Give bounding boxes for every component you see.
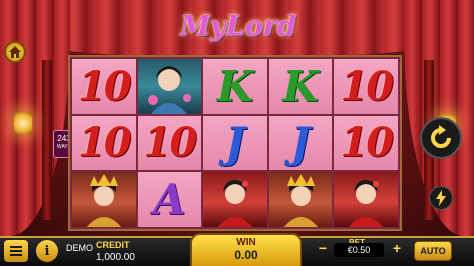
win-label: WIN <box>236 237 256 248</box>
reel-cell: 10 <box>137 115 202 171</box>
auto-button[interactable]: AUTO <box>414 241 452 261</box>
reel-cell: 10 <box>334 59 398 114</box>
hamburger-menu-icon <box>10 246 22 256</box>
left-curtain <box>0 0 70 236</box>
symbol-empress-portrait <box>268 172 333 227</box>
bet-value-box: €0.50 <box>334 243 384 257</box>
lantern-left <box>14 112 32 134</box>
demo-label: DEMO <box>66 243 93 253</box>
info-button[interactable]: i <box>36 240 58 262</box>
bet-value: €0.50 <box>347 245 371 255</box>
info-icon: i <box>44 243 50 259</box>
home-button[interactable] <box>4 41 26 63</box>
reel-cell: 10 <box>72 115 136 171</box>
symbol-10: 10 <box>77 119 132 167</box>
win-value: 0.00 <box>234 248 258 262</box>
reel-cell: A <box>137 172 202 227</box>
symbol-10: 10 <box>340 62 394 110</box>
home-icon <box>9 46 21 58</box>
refresh-spin-icon <box>431 125 451 148</box>
reel-cell: 10 <box>334 115 398 171</box>
symbol-10: 10 <box>143 119 198 167</box>
symbol-lady-red-portrait <box>203 172 267 227</box>
symbol-a: A <box>153 175 186 225</box>
symbol-10: 10 <box>340 119 394 167</box>
credit-value: 1,000.00 <box>96 252 135 263</box>
reel-cell <box>137 59 202 114</box>
symbol-lady-lotus-portrait <box>137 59 202 114</box>
left-pillar <box>42 60 52 220</box>
spin-button[interactable] <box>420 117 462 159</box>
reel-cell: J <box>268 115 333 171</box>
symbol-lady-red-portrait <box>334 172 398 227</box>
reel-cell: J <box>203 115 267 171</box>
symbol-j: J <box>225 118 245 168</box>
credit-label: CREDIT <box>96 240 130 250</box>
menu-button[interactable] <box>4 240 28 262</box>
symbol-k: K <box>216 61 254 111</box>
reel-cell: 10 <box>72 59 136 114</box>
reel-cell <box>203 172 267 227</box>
symbol-empress-portrait <box>72 172 136 227</box>
bet-decrease-button[interactable]: − <box>316 240 330 256</box>
win-panel: WIN 0.00 <box>190 233 302 266</box>
bet-increase-button[interactable]: + <box>390 240 404 256</box>
symbol-10: 10 <box>77 62 132 110</box>
reel-cell <box>334 172 398 227</box>
reel-cell: K <box>268 59 333 114</box>
game-logo: MyLord <box>178 6 298 46</box>
turbo-button[interactable] <box>429 186 453 210</box>
reel-cell <box>268 172 333 227</box>
game-logo-text: MyLord <box>180 10 296 42</box>
lightning-icon <box>436 190 446 206</box>
reel-cell: K <box>203 59 267 114</box>
reel-cell <box>72 172 136 227</box>
symbol-k: K <box>282 61 319 111</box>
reel-grid: 10 K K 10 10 10 J J 10 A <box>68 55 402 231</box>
symbol-j: J <box>290 118 311 168</box>
